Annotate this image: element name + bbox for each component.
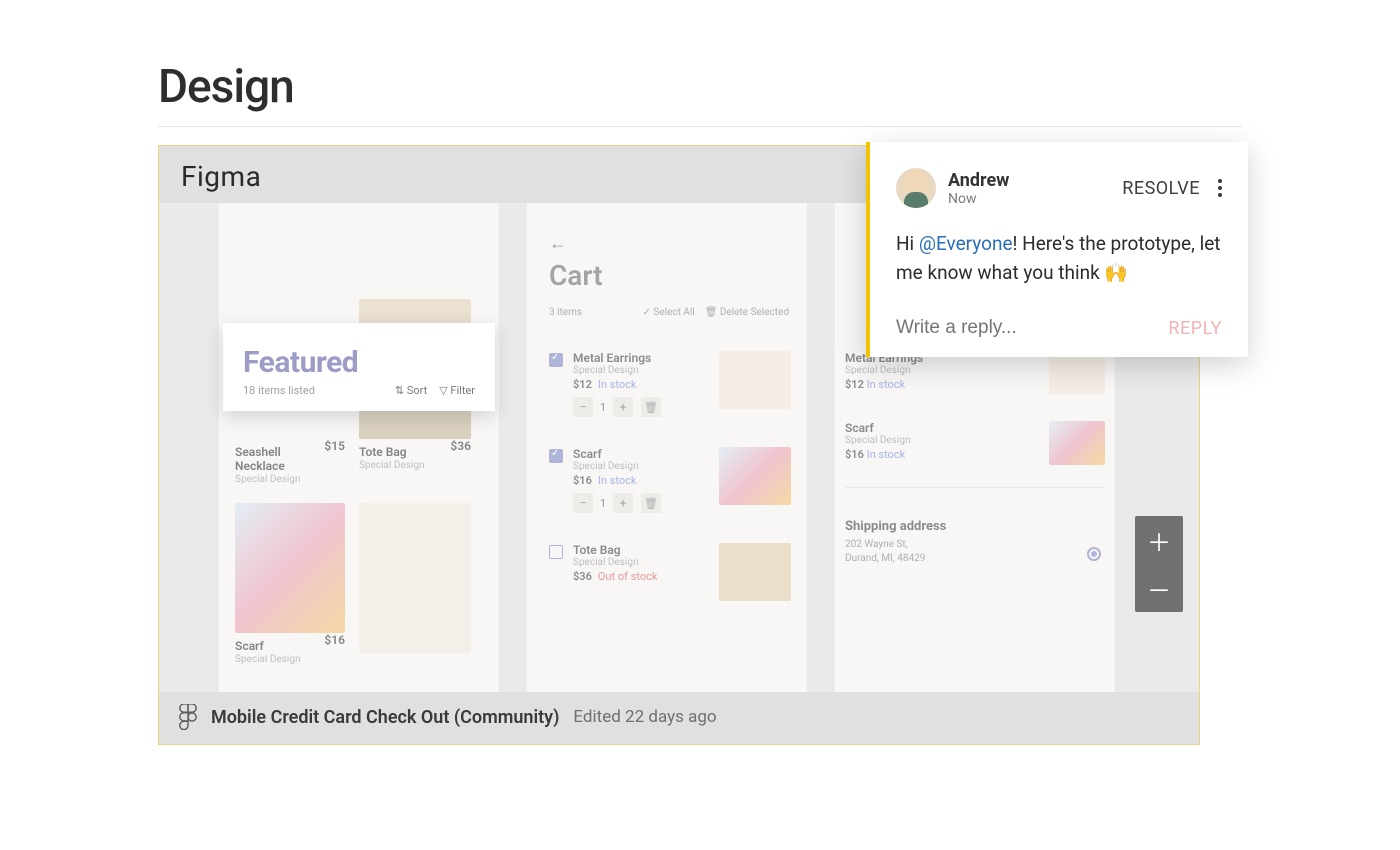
summary-item: Metal Earrings Special Design $12 In sto… bbox=[845, 351, 1105, 395]
shipping-title: Shipping address bbox=[845, 519, 1105, 534]
checkbox-icon bbox=[549, 353, 563, 367]
page-title: Design bbox=[158, 60, 1242, 114]
trash-icon: 🗑 bbox=[641, 493, 661, 513]
qty-stepper: − 1 + 🗑 bbox=[573, 397, 709, 417]
plus-icon: + bbox=[613, 397, 633, 417]
summary-name: Scarf bbox=[845, 421, 910, 435]
minus-icon: − bbox=[573, 493, 593, 513]
summary-price: $16 bbox=[845, 448, 864, 461]
embed-footer: Mobile Credit Card Check Out (Community)… bbox=[159, 692, 1199, 744]
cart-item-stock: Out of stock bbox=[598, 570, 658, 583]
summary-stock: In stock bbox=[867, 378, 906, 391]
product-earrings bbox=[359, 503, 471, 653]
embed-file-name: Mobile Credit Card Check Out (Community) bbox=[211, 707, 559, 728]
avatar bbox=[896, 168, 936, 208]
cart-item-price: $12 bbox=[573, 378, 592, 391]
cart-count: 3 items bbox=[549, 307, 582, 318]
qty-stepper: − 1 + 🗑 bbox=[573, 493, 709, 513]
checkbox-icon bbox=[549, 545, 563, 559]
plus-icon: + bbox=[613, 493, 633, 513]
radio-selected-icon bbox=[1087, 547, 1101, 561]
select-all: ✓ Select All bbox=[643, 307, 695, 318]
cart-item-thumb bbox=[719, 351, 791, 409]
shipping-line1: 202 Wayne St, bbox=[845, 539, 908, 550]
cart-item-price: $36 bbox=[573, 570, 592, 583]
summary-price: $12 bbox=[845, 378, 864, 391]
summary-thumb bbox=[1049, 421, 1105, 465]
featured-title: Featured bbox=[243, 345, 475, 380]
cart-title: Cart bbox=[549, 259, 603, 292]
filter-control: ▽ Filter bbox=[439, 384, 475, 397]
zoom-in-button[interactable]: ＋ bbox=[1135, 516, 1183, 564]
kebab-menu-icon[interactable] bbox=[1218, 179, 1222, 197]
qty-value: 1 bbox=[593, 401, 613, 414]
figma-embed: Figma Tote Bag Special Design $36 bbox=[158, 145, 1200, 745]
comment-user-name: Andrew bbox=[948, 170, 1009, 191]
shipping-line2: Durand, MI, 48429 bbox=[845, 553, 925, 564]
mention[interactable]: @Everyone bbox=[919, 232, 1013, 255]
trash-icon: 🗑 bbox=[641, 397, 661, 417]
cart-item-price: $16 bbox=[573, 474, 592, 487]
title-divider bbox=[158, 126, 1242, 127]
comment-timestamp: Now bbox=[948, 191, 1009, 207]
zoom-out-button[interactable]: － bbox=[1135, 564, 1183, 612]
featured-card: Featured 18 items listed ⇅ Sort ▽ Filter bbox=[223, 323, 495, 411]
zoom-controls: ＋ － bbox=[1135, 516, 1183, 612]
cart-item: Scarf Special Design $16 In stock − 1 + 🗑 bbox=[549, 447, 791, 513]
cart-item: Metal Earrings Special Design $12 In stoc… bbox=[549, 351, 791, 417]
product-seashell: Seashell Necklace Special Design $15 bbox=[235, 439, 345, 485]
summary-item: Scarf Special Design $16 In stock bbox=[845, 421, 1105, 465]
product-name: Seashell Necklace bbox=[235, 445, 305, 473]
cart-item-name: Scarf bbox=[573, 447, 709, 461]
shipping-block: Shipping address 202 Wayne St, Durand, M… bbox=[845, 519, 1105, 566]
summary-sub: Special Design bbox=[845, 435, 910, 446]
cart-item-thumb bbox=[719, 543, 791, 601]
screen-cart: ← Cart 3 items ✓ Select All 🗑 Delete Sel… bbox=[527, 203, 807, 692]
featured-subtitle: 18 items listed bbox=[243, 384, 315, 397]
cart-item-name: Tote Bag bbox=[573, 543, 709, 557]
product-sub: Special Design bbox=[235, 654, 300, 665]
resolve-button[interactable]: RESOLVE bbox=[1122, 178, 1200, 199]
cart-item-stock: In stock bbox=[598, 378, 637, 391]
summary-sub: Special Design bbox=[845, 365, 923, 376]
back-icon: ← bbox=[549, 233, 567, 254]
cart-item-name: Metal Earrings bbox=[573, 351, 709, 365]
comment-card: Andrew Now RESOLVE Hi @Everyone! Here's … bbox=[866, 142, 1248, 357]
comment-body: Hi @Everyone! Here's the prototype, let … bbox=[896, 230, 1222, 287]
cart-item: Tote Bag Special Design $36 Out of stock bbox=[549, 543, 791, 601]
sort-control: ⇅ Sort bbox=[395, 384, 427, 397]
screen-featured: Tote Bag Special Design $36 Seashell Nec… bbox=[219, 203, 499, 692]
summary-thumb bbox=[1049, 351, 1105, 395]
comment-text: Hi bbox=[896, 232, 919, 255]
product-price: $36 bbox=[450, 439, 471, 453]
product-scarf: Scarf Special Design $16 bbox=[235, 503, 345, 665]
delete-selected: 🗑 Delete Selected bbox=[705, 307, 789, 318]
qty-value: 1 bbox=[593, 497, 613, 510]
product-sub: Special Design bbox=[359, 460, 424, 471]
reply-input[interactable] bbox=[896, 317, 1168, 339]
product-name: Scarf bbox=[235, 639, 300, 653]
product-price: $15 bbox=[324, 439, 345, 453]
summary-stock: In stock bbox=[867, 448, 906, 461]
product-price: $16 bbox=[324, 633, 345, 647]
reply-button[interactable]: REPLY bbox=[1168, 318, 1222, 339]
product-sub: Special Design bbox=[235, 474, 305, 485]
product-name: Tote Bag bbox=[359, 445, 424, 459]
embed-edit-time: Edited 22 days ago bbox=[573, 707, 716, 727]
cart-item-sub: Special Design bbox=[573, 461, 709, 472]
checkbox-icon bbox=[549, 449, 563, 463]
cart-item-sub: Special Design bbox=[573, 557, 709, 568]
cart-meta: 3 items ✓ Select All 🗑 Delete Selected bbox=[549, 307, 789, 318]
minus-icon: − bbox=[573, 397, 593, 417]
cart-item-thumb bbox=[719, 447, 791, 505]
cart-item-sub: Special Design bbox=[573, 365, 709, 376]
figma-logo-icon bbox=[179, 704, 197, 730]
cart-item-stock: In stock bbox=[598, 474, 637, 487]
